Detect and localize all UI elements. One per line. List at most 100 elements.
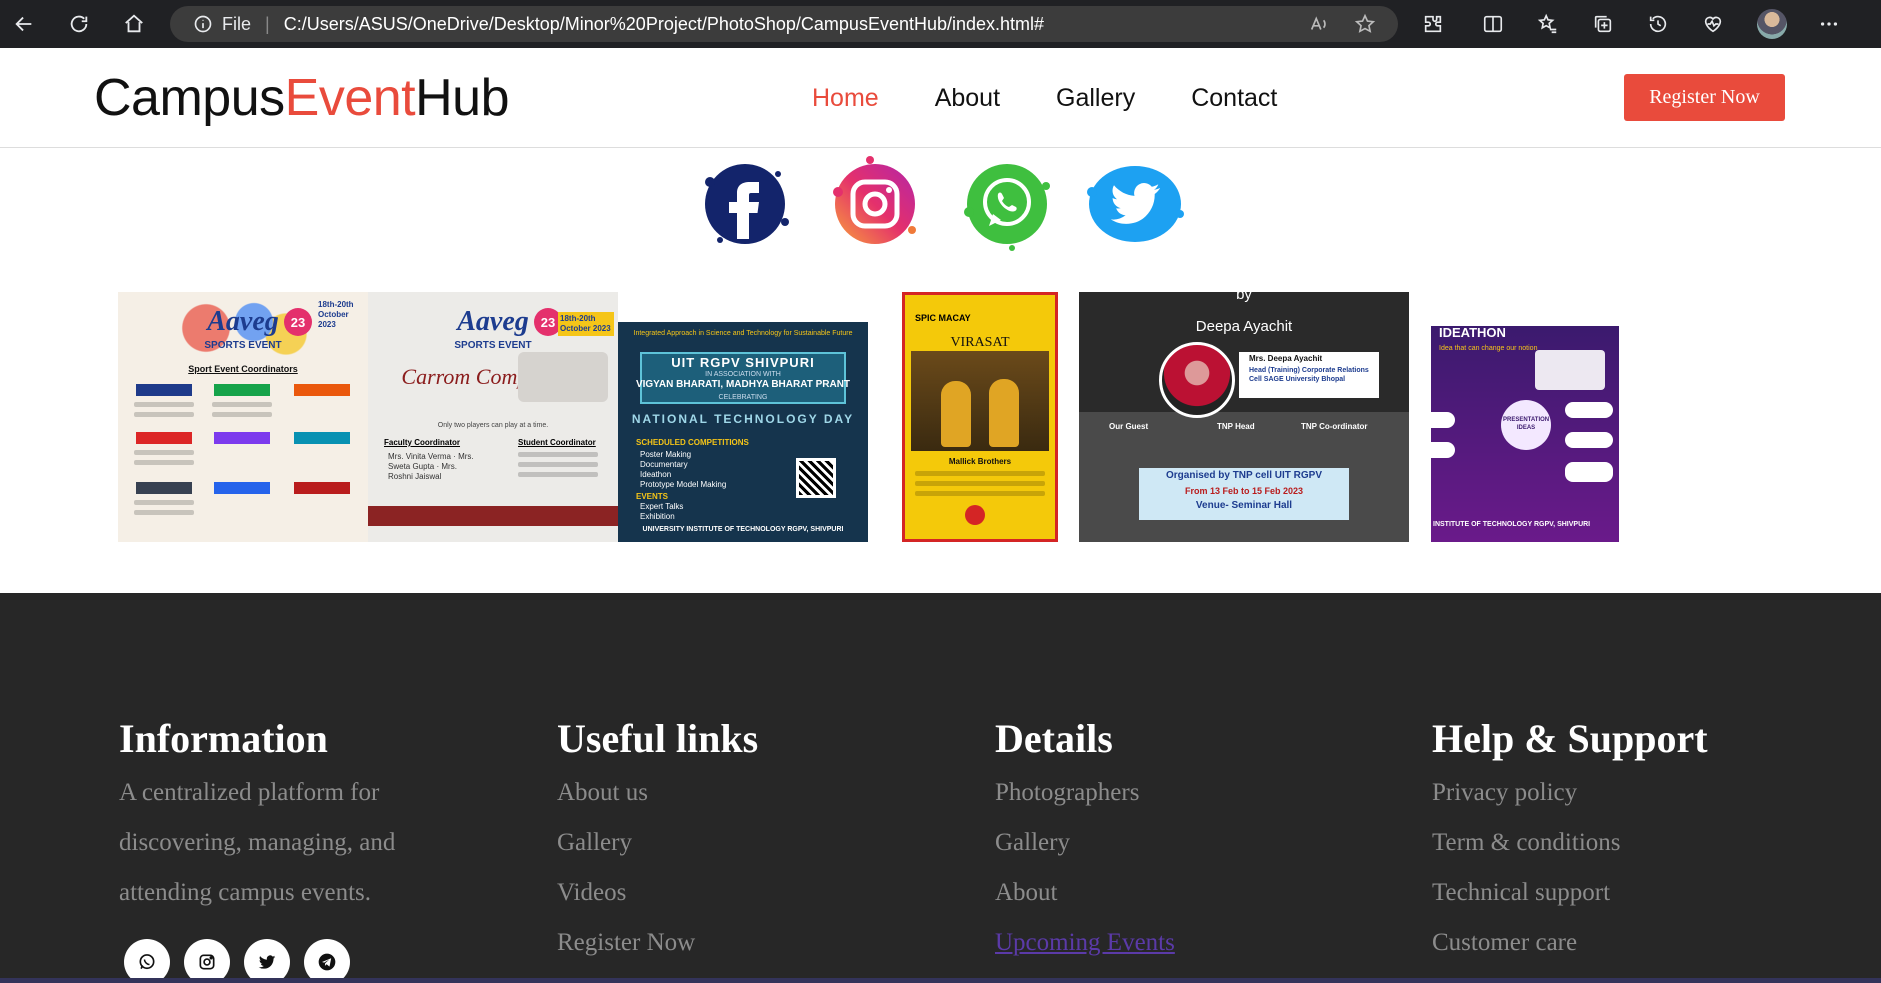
register-now-button[interactable]: Register Now	[1624, 74, 1785, 121]
logo-part-2: Event	[284, 69, 416, 127]
read-aloud-icon[interactable]	[1308, 13, 1330, 35]
poster-subtitle: SPORTS EVENT	[454, 340, 532, 351]
instagram-icon[interactable]	[820, 152, 930, 256]
main-nav: Home About Gallery Contact	[812, 84, 1277, 113]
poster-subtitle: IN ASSOCIATION WITH	[705, 371, 781, 378]
poster-item: Expert Talks	[640, 502, 684, 511]
collections-icon[interactable]	[1590, 11, 1616, 37]
poster-label	[214, 384, 270, 396]
browser-toolbar: File | C:/Users/ASUS/OneDrive/Desktop/Mi…	[0, 0, 1881, 48]
url-text[interactable]: C:/Users/ASUS/OneDrive/Desktop/Minor%20P…	[284, 14, 1044, 35]
poster-item: Ideathon	[640, 470, 672, 479]
poster-role: Mrs. Deepa Ayachit	[1249, 354, 1323, 363]
poster-virasat[interactable]: SPIC MACAY VIRASAT Mallick Brothers	[902, 292, 1058, 542]
logo-part-1: Campus	[94, 69, 285, 127]
poster-label	[136, 432, 192, 444]
poster-organised: Organised by TNP cell UIT RGPV	[1166, 470, 1322, 481]
footer-col-useful-links: Useful links About us Gallery Videos Reg…	[557, 715, 758, 968]
poster-footer: INSTITUTE OF TECHNOLOGY RGPV, SHIVPURI	[1433, 521, 1591, 528]
health-icon[interactable]	[1700, 11, 1726, 37]
nav-home[interactable]: Home	[812, 84, 879, 113]
footer-link-upcoming-events[interactable]: Upcoming Events	[995, 918, 1175, 968]
footer-link-photographers[interactable]: Photographers	[995, 768, 1175, 818]
bottom-strip	[0, 978, 1881, 983]
site-logo[interactable]: CampusEventHub	[94, 68, 510, 128]
footer-link-about[interactable]: About	[995, 868, 1175, 918]
footer-social-icons	[124, 939, 350, 983]
poster-item: Exhibition	[640, 512, 675, 521]
nav-contact[interactable]: Contact	[1191, 84, 1277, 113]
poster-name: Deepa Ayachit	[1195, 318, 1293, 335]
poster-dates: From 13 Feb to 15 Feb 2023	[1184, 486, 1304, 496]
footer-col-details: Details Photographers Gallery About Upco…	[995, 715, 1175, 968]
poster-left-head: Faculty Coordinator	[384, 438, 461, 447]
telegram-icon[interactable]	[304, 939, 350, 983]
poster-brand: SPIC MACAY	[915, 313, 971, 323]
qr-code-image	[796, 458, 836, 498]
logo-part-3: Hub	[415, 69, 510, 127]
twitter-icon[interactable]	[244, 939, 290, 983]
poster-venue: Venue- Seminar Hall	[1195, 500, 1293, 511]
footer-heading: Useful links	[557, 716, 759, 761]
footer-link-technical-support[interactable]: Technical support	[1432, 868, 1708, 918]
instagram-icon[interactable]	[184, 939, 230, 983]
footer-col-information: Information A centralized platform for d…	[119, 715, 395, 918]
favorite-star-icon[interactable]	[1354, 13, 1376, 35]
poster-dates: 18th-20th October 2023	[558, 312, 614, 336]
file-label: File	[222, 13, 252, 34]
poster-tnp-training[interactable]: by Deepa Ayachit Mrs. Deepa Ayachit Head…	[1079, 292, 1409, 542]
poster-footer: UNIVERSITY INSTITUTE OF TECHNOLOGY RGPV,…	[642, 526, 844, 533]
nav-about[interactable]: About	[935, 84, 1000, 113]
footer-link-customer-care[interactable]: Customer care	[1432, 918, 1708, 968]
footer-link-videos[interactable]: Videos	[557, 868, 758, 918]
poster-item: Poster Making	[640, 450, 692, 459]
nav-gallery[interactable]: Gallery	[1056, 84, 1135, 113]
profile-avatar[interactable]	[1757, 9, 1787, 39]
whatsapp-icon[interactable]	[952, 152, 1062, 256]
poster-label	[294, 482, 350, 494]
poster-label	[136, 482, 192, 494]
favorites-icon[interactable]	[1535, 11, 1561, 37]
poster-ideathon[interactable]: IDEATHON Idea that can change our notion…	[1431, 292, 1619, 542]
footer-text: discovering, managing, and	[119, 829, 396, 856]
poster-tnp-head: TNP Head	[1217, 422, 1255, 431]
footer-link-gallery[interactable]: Gallery	[557, 818, 758, 868]
history-icon[interactable]	[1645, 11, 1671, 37]
poster-center: PRESENTATION IDEAS	[1503, 417, 1550, 431]
footer-link-about-us[interactable]: About us	[557, 768, 758, 818]
poster-section-2: EVENTS	[636, 492, 669, 501]
address-bar[interactable]: File | C:/Users/ASUS/OneDrive/Desktop/Mi…	[170, 6, 1398, 42]
social-links	[690, 148, 1190, 258]
poster-technology-day[interactable]: Integrated Approach in Science and Techn…	[618, 292, 868, 542]
twitter-icon[interactable]	[1080, 152, 1190, 256]
footer-link-gallery[interactable]: Gallery	[995, 818, 1175, 868]
poster-item: Documentary	[640, 460, 688, 469]
info-icon[interactable]	[192, 13, 214, 35]
back-icon[interactable]	[10, 10, 38, 38]
poster-top: by	[1236, 292, 1252, 303]
more-menu-icon[interactable]	[1816, 11, 1842, 37]
whatsapp-icon[interactable]	[124, 939, 170, 983]
facebook-icon[interactable]	[690, 152, 800, 256]
poster-title: VIRASAT	[950, 335, 1010, 350]
poster-label	[214, 482, 270, 494]
poster-celebrating: CELEBRATING	[718, 394, 768, 401]
poster-aaveg-sports[interactable]: Aaveg 23 SPORTS EVENT 18th-20th October …	[118, 292, 368, 542]
poster-heading: Sport Event Coordinators	[188, 364, 298, 374]
footer-heading: Details	[995, 716, 1113, 761]
divider: |	[265, 13, 270, 34]
poster-event: NATIONAL TECHNOLOGY DAY	[631, 412, 855, 426]
split-screen-icon[interactable]	[1480, 11, 1506, 37]
home-icon[interactable]	[120, 10, 148, 38]
site-footer: Information A centralized platform for d…	[0, 593, 1881, 983]
refresh-icon[interactable]	[65, 10, 93, 38]
footer-heading: Information	[119, 716, 328, 761]
poster-note: Only two players can play at a time.	[437, 422, 549, 429]
footer-link-register-now[interactable]: Register Now	[557, 918, 758, 968]
poster-subtitle: SPORTS EVENT	[204, 340, 282, 351]
poster-footer-band	[368, 506, 618, 526]
footer-link-privacy-policy[interactable]: Privacy policy	[1432, 768, 1708, 818]
extensions-icon[interactable]	[1420, 11, 1446, 37]
footer-link-terms[interactable]: Term & conditions	[1432, 818, 1708, 868]
poster-aaveg-carrom[interactable]: Aaveg 23 SPORTS EVENT 18th-20th October …	[368, 292, 618, 542]
